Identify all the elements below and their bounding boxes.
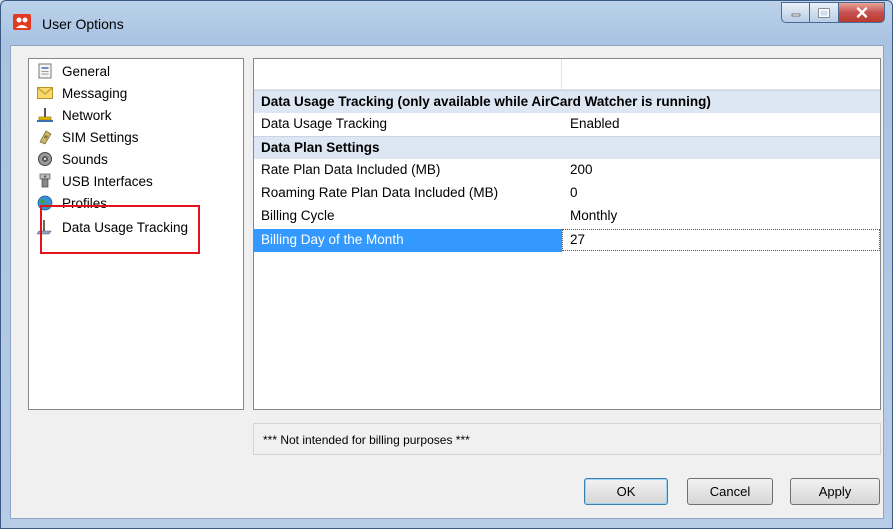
billing-disclaimer: *** Not intended for billing purposes **… [253,423,881,455]
property-name: Roaming Rate Plan Data Included (MB) [261,185,499,200]
property-name: Data Usage Tracking [261,116,388,131]
caption-buttons [781,2,885,24]
property-value[interactable]: 27 [570,232,585,247]
property-value[interactable]: 0 [570,185,578,200]
envelope-icon [37,85,53,101]
property-name: Billing Day of the Month [261,232,404,247]
selection-highlight-box [40,205,200,254]
nav-item-usb-interfaces[interactable]: USB Interfaces [37,171,153,191]
cancel-button[interactable]: Cancel [687,478,773,505]
maximize-button[interactable] [810,2,839,23]
maximize-icon [818,7,830,18]
grid-column-separator [561,59,562,89]
property-name: Rate Plan Data Included (MB) [261,162,441,177]
grid-category-row[interactable]: Data Plan Settings [254,136,880,159]
property-value[interactable]: Enabled [570,116,620,131]
property-name: Billing Cycle [261,208,335,223]
nav-item-sounds[interactable]: Sounds [37,149,108,169]
grid-header [254,59,880,90]
disclaimer-text: *** Not intended for billing purposes **… [263,433,470,447]
network-icon [37,107,53,123]
grid-property-row-selected[interactable]: Billing Day of the Month 27 [254,229,880,252]
nav-item-label: Sounds [62,151,108,167]
grid-property-row[interactable]: Billing Cycle Monthly [254,205,880,228]
close-icon [856,7,867,18]
grid-category-row[interactable]: Data Usage Tracking (only available whil… [254,90,880,113]
property-grid[interactable]: Data Usage Tracking (only available whil… [253,58,881,410]
value-edit-box[interactable] [562,229,880,251]
minimize-icon [791,13,800,16]
grid-property-row[interactable]: Rate Plan Data Included (MB) 200 [254,159,880,182]
property-value[interactable]: 200 [570,162,593,177]
nav-item-general[interactable]: General [37,61,110,81]
usb-icon [37,173,53,189]
nav-item-label: SIM Settings [62,129,139,145]
nav-item-label: Network [62,107,112,123]
nav-item-label: General [62,63,111,79]
sim-card-icon [37,129,53,145]
speaker-icon [37,151,53,167]
nav-item-network[interactable]: Network [37,105,112,125]
ok-button[interactable]: OK [584,478,668,505]
nav-item-label: USB Interfaces [62,173,153,189]
title-bar[interactable]: User Options [1,1,892,45]
property-value[interactable]: Monthly [570,208,617,223]
category-label: Data Plan Settings [261,140,380,155]
category-label: Data Usage Tracking (only available whil… [261,94,711,109]
grid-property-row[interactable]: Roaming Rate Plan Data Included (MB) 0 [254,182,880,205]
app-icon [13,14,31,30]
grid-property-row[interactable]: Data Usage Tracking Enabled [254,113,880,136]
nav-item-label: Messaging [62,85,128,101]
general-icon [37,63,53,79]
nav-item-messaging[interactable]: Messaging [37,83,127,103]
minimize-button[interactable] [781,2,810,23]
window-title: User Options [42,16,124,32]
close-button[interactable] [839,2,885,23]
nav-item-sim-settings[interactable]: SIM Settings [37,127,139,147]
apply-button[interactable]: Apply [790,478,880,505]
